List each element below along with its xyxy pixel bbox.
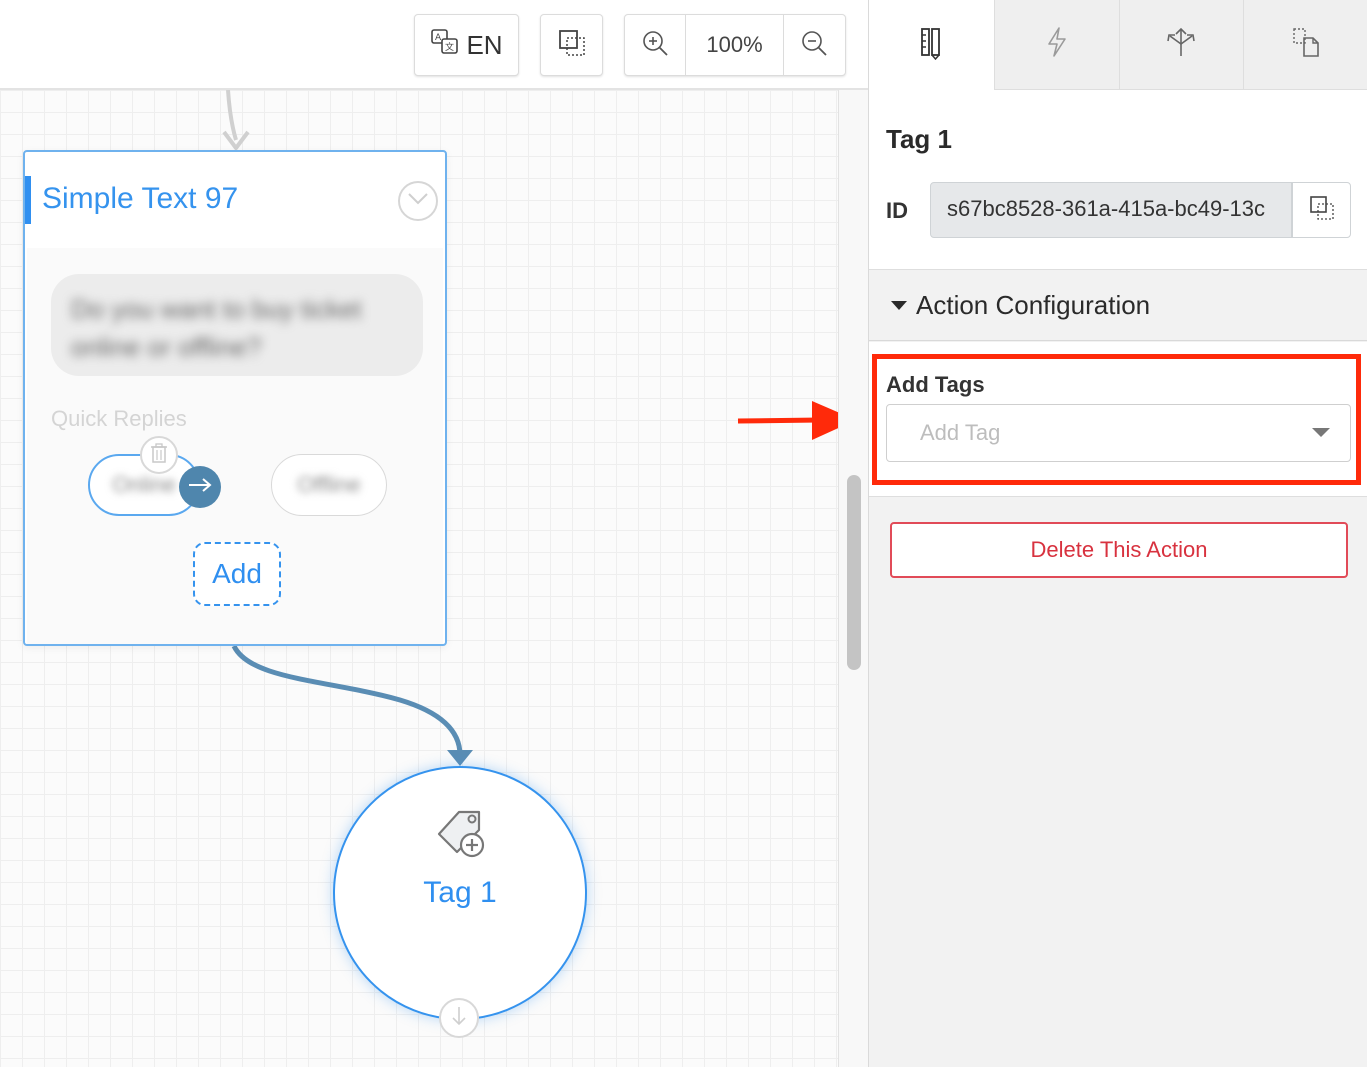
tab-triggers[interactable] — [993, 0, 1119, 90]
tab-branches[interactable] — [1118, 0, 1244, 90]
node-to-tag-arrow — [447, 750, 473, 766]
chevron-down-icon — [407, 192, 429, 211]
zoom-level: 100% — [686, 15, 784, 75]
node-title: Simple Text 97 — [42, 182, 239, 215]
node-collapse-button[interactable] — [398, 181, 438, 221]
node-body: Do you want to buy ticket online or offl… — [27, 248, 443, 644]
trash-icon — [149, 442, 169, 469]
simple-text-node[interactable]: Simple Text 97 Do you want to buy ticket… — [23, 150, 447, 646]
quick-replies-label: Quick Replies — [51, 406, 187, 431]
scrollbar-thumb[interactable] — [847, 475, 861, 670]
action-configuration-header[interactable]: Action Configuration — [869, 271, 1367, 341]
language-button[interactable]: A文 EN — [414, 14, 519, 76]
add-tags-section: Add Tags Add Tag — [869, 342, 1367, 497]
tab-properties[interactable] — [869, 0, 994, 90]
quick-reply-offline[interactable]: Offline — [271, 454, 387, 516]
message-text: Do you want to buy ticket online or offl… — [71, 294, 362, 362]
zoom-out-button[interactable] — [784, 15, 845, 75]
flow-canvas[interactable]: A文 EN 100% Simple Text 97 Do you want to… — [0, 0, 868, 1067]
id-label: ID — [886, 198, 908, 223]
id-field[interactable]: s67bc8528-361a-415a-bc49-13c — [930, 182, 1292, 238]
duplicate-icon — [556, 27, 588, 64]
copy-id-button[interactable] — [1292, 182, 1351, 238]
caret-down-icon — [891, 301, 907, 310]
translate-icon: A文 — [430, 27, 460, 64]
zoom-controls: 100% — [624, 14, 846, 76]
tab-flow-copy[interactable] — [1243, 0, 1367, 90]
annotation-highlight-box — [872, 354, 1361, 485]
delete-action-button[interactable]: Delete This Action — [890, 522, 1348, 578]
section-title: Action Configuration — [916, 290, 1151, 320]
arrow-down-icon — [451, 1005, 467, 1032]
message-bubble[interactable]: Do you want to buy ticket online or offl… — [51, 274, 423, 376]
incoming-connector — [226, 89, 238, 141]
node-accent-bar — [25, 176, 31, 224]
copy-icon — [1308, 194, 1336, 227]
copy-flow-icon — [1291, 26, 1321, 63]
arrow-right-icon — [187, 477, 213, 498]
zoom-out-icon — [799, 28, 829, 63]
language-label: EN — [466, 29, 503, 60]
tag-node[interactable]: Tag 1 — [333, 766, 587, 1020]
svg-text:文: 文 — [445, 41, 454, 53]
zoom-in-button[interactable] — [625, 15, 687, 75]
branch-icon — [1164, 26, 1198, 63]
tag-output-handle[interactable] — [439, 998, 479, 1038]
add-reply-button[interactable]: Add — [193, 542, 281, 606]
delete-reply-button[interactable] — [140, 436, 178, 474]
add-tag-icon — [435, 806, 489, 865]
svg-text:A: A — [435, 33, 442, 43]
properties-panel: Tag 1 ID s67bc8528-361a-415a-bc49-13c Ac… — [868, 0, 1367, 1067]
duplicate-button[interactable] — [540, 14, 603, 76]
zoom-in-icon — [640, 28, 670, 63]
canvas-scrollbar[interactable] — [838, 90, 868, 1067]
quick-reply-label: Offline — [297, 472, 361, 497]
app-root: A文 EN 100% Simple Text 97 Do you want to… — [0, 0, 1367, 1067]
panel-tabs — [869, 0, 1367, 90]
reply-connect-handle[interactable] — [179, 466, 221, 508]
lightning-icon — [1045, 26, 1069, 63]
node-to-tag-connector — [231, 644, 463, 756]
panel-header: Tag 1 ID s67bc8528-361a-415a-bc49-13c — [869, 90, 1367, 270]
quick-reply-label: Online — [112, 472, 176, 497]
canvas-toolbar: A文 EN 100% — [0, 0, 868, 90]
properties-icon — [918, 26, 944, 65]
tag-node-label: Tag 1 — [423, 876, 497, 909]
panel-title: Tag 1 — [886, 124, 952, 154]
